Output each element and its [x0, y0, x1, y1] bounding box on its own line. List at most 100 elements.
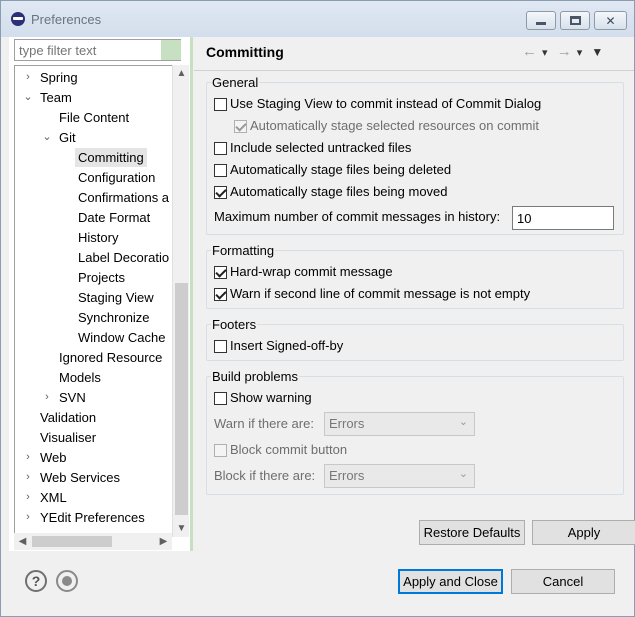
- checkbox-label: Automatically stage files being moved: [230, 184, 448, 199]
- checkbox-box[interactable]: [214, 186, 227, 199]
- tree-item-label-decorations[interactable]: Label Decoratio: [78, 248, 169, 267]
- apply-button[interactable]: Apply: [532, 520, 635, 545]
- scrollbar-thumb[interactable]: [175, 283, 188, 515]
- forward-arrow-icon[interactable]: →: [557, 43, 572, 60]
- apply-and-close-button[interactable]: Apply and Close: [398, 569, 503, 594]
- checkbox-label: Show warning: [230, 390, 312, 405]
- tree-item-history[interactable]: History: [78, 228, 118, 247]
- scroll-up-icon[interactable]: ▲: [173, 65, 190, 82]
- checkbox-label: Include selected untracked files: [230, 140, 412, 155]
- tree-item-xml[interactable]: XML: [40, 488, 67, 507]
- tree-item-visualiser[interactable]: Visualiser: [40, 428, 96, 447]
- checkbox-label: Automatically stage selected resources o…: [250, 118, 540, 133]
- close-button[interactable]: ✕: [594, 11, 627, 30]
- tree-item-window-cache[interactable]: Window Cache: [78, 328, 165, 347]
- block-if-label: Block if there are:: [214, 468, 316, 483]
- title-bar[interactable]: Preferences ✕: [1, 1, 634, 37]
- scroll-right-icon[interactable]: ▶: [155, 533, 172, 550]
- tree-item-web[interactable]: Web: [40, 448, 67, 467]
- checkbox-box[interactable]: [214, 392, 227, 405]
- expand-chevron-icon[interactable]: ›: [23, 488, 33, 507]
- block-severity-select: Errors ⌄: [324, 464, 475, 488]
- back-dropdown-icon[interactable]: ▾: [542, 46, 548, 59]
- back-arrow-icon[interactable]: ←: [522, 43, 537, 60]
- cancel-button[interactable]: Cancel: [511, 569, 615, 594]
- tree-item-web-services[interactable]: Web Services: [40, 468, 120, 487]
- checkbox-label: Block commit button: [230, 442, 348, 457]
- warn-if-label: Warn if there are:: [214, 416, 314, 431]
- footers-legend: Footers: [212, 317, 257, 332]
- tree-item-team[interactable]: Team: [40, 88, 72, 107]
- page-title: Committing: [206, 44, 284, 60]
- expand-chevron-icon[interactable]: ›: [42, 388, 52, 407]
- checkbox-box[interactable]: [214, 288, 227, 301]
- tree-item-date-format[interactable]: Date Format: [78, 208, 150, 227]
- warn-severity-select: Errors ⌄: [324, 412, 475, 436]
- scroll-down-icon[interactable]: ▼: [173, 520, 190, 537]
- tree-item-validation[interactable]: Validation: [40, 408, 96, 427]
- checkbox-label: Automatically stage files being deleted: [230, 162, 452, 177]
- checkbox-box: [214, 444, 227, 457]
- expand-chevron-icon[interactable]: ›: [23, 468, 33, 487]
- checkbox-box[interactable]: [214, 142, 227, 155]
- help-icon[interactable]: ?: [25, 570, 47, 592]
- tree-item-projects[interactable]: Projects: [78, 268, 125, 287]
- filter-clear-area[interactable]: [161, 40, 181, 60]
- build-problems-legend: Build problems: [212, 369, 298, 384]
- max-messages-label: Maximum number of commit messages in his…: [214, 209, 501, 224]
- tree-item-staging-view[interactable]: Staging View: [78, 288, 154, 307]
- record-macro-icon[interactable]: [56, 570, 78, 592]
- preferences-window: Preferences ✕ › Spring ⌄ Team File Conte…: [0, 0, 635, 617]
- select-value: Errors: [329, 468, 365, 483]
- header-separator: [194, 70, 634, 71]
- chevron-down-icon: ⌄: [458, 416, 468, 428]
- tree-item-configuration[interactable]: Configuration: [78, 168, 155, 187]
- tree-item-confirmations[interactable]: Confirmations a: [78, 188, 169, 207]
- minimize-button[interactable]: [526, 11, 556, 30]
- tree-item-committing[interactable]: Committing: [75, 148, 147, 167]
- formatting-legend: Formatting: [212, 243, 275, 258]
- scroll-left-icon[interactable]: ◀: [14, 533, 31, 550]
- general-legend: General: [212, 75, 259, 90]
- tree-item-models[interactable]: Models: [59, 368, 101, 387]
- view-menu-icon[interactable]: ▼: [591, 45, 603, 59]
- expand-chevron-icon[interactable]: ›: [23, 68, 33, 87]
- tree-item-svn[interactable]: SVN: [59, 388, 86, 407]
- checkbox-label: Use Staging View to commit instead of Co…: [230, 96, 542, 111]
- max-messages-input[interactable]: [512, 206, 614, 230]
- filter-input[interactable]: [14, 39, 181, 61]
- page-navigation: ← ▾ → ▾ ▼: [522, 43, 608, 60]
- tree-item-yedit-preferences[interactable]: YEdit Preferences: [40, 508, 145, 527]
- checkbox-label: Hard-wrap commit message: [230, 264, 393, 279]
- scrollbar-thumb[interactable]: [32, 536, 112, 547]
- left-panel: › Spring ⌄ Team File Content ⌄ Git Commi…: [9, 37, 193, 551]
- checkbox-box[interactable]: [214, 164, 227, 177]
- close-icon: ✕: [605, 13, 616, 28]
- tree-item-file-content[interactable]: File Content: [59, 108, 129, 127]
- tree-item-ignored-resources[interactable]: Ignored Resource: [59, 348, 162, 367]
- tree-horizontal-scrollbar[interactable]: ◀ ▶: [14, 533, 172, 550]
- expand-chevron-icon[interactable]: ›: [23, 448, 33, 467]
- forward-dropdown-icon[interactable]: ▾: [577, 46, 583, 59]
- preference-page: Committing ← ▾ → ▾ ▼ General Use Staging V…: [194, 37, 635, 551]
- maximize-icon: [569, 16, 581, 25]
- collapse-chevron-icon[interactable]: ⌄: [23, 88, 33, 107]
- tree-vertical-scrollbar[interactable]: ▲ ▼: [172, 65, 189, 537]
- checkbox-label: Insert Signed-off-by: [230, 338, 344, 353]
- chevron-down-icon: ⌄: [458, 468, 468, 480]
- select-value: Errors: [329, 416, 365, 431]
- restore-defaults-button[interactable]: Restore Defaults: [419, 520, 525, 545]
- checkbox-box[interactable]: [214, 266, 227, 279]
- window-title: Preferences: [31, 12, 102, 27]
- collapse-chevron-icon[interactable]: ⌄: [42, 128, 52, 147]
- tree-item-spring[interactable]: Spring: [40, 68, 78, 87]
- tree-item-git[interactable]: Git: [59, 128, 76, 147]
- checkbox-box[interactable]: [214, 98, 227, 111]
- checkbox-box[interactable]: [214, 340, 227, 353]
- checkbox-label: Warn if second line of commit message is…: [230, 286, 531, 301]
- maximize-button[interactable]: [560, 11, 590, 30]
- eclipse-icon: [11, 12, 25, 26]
- expand-chevron-icon[interactable]: ›: [23, 508, 33, 527]
- checkbox-box: [234, 120, 247, 133]
- tree-item-synchronize[interactable]: Synchronize: [78, 308, 150, 327]
